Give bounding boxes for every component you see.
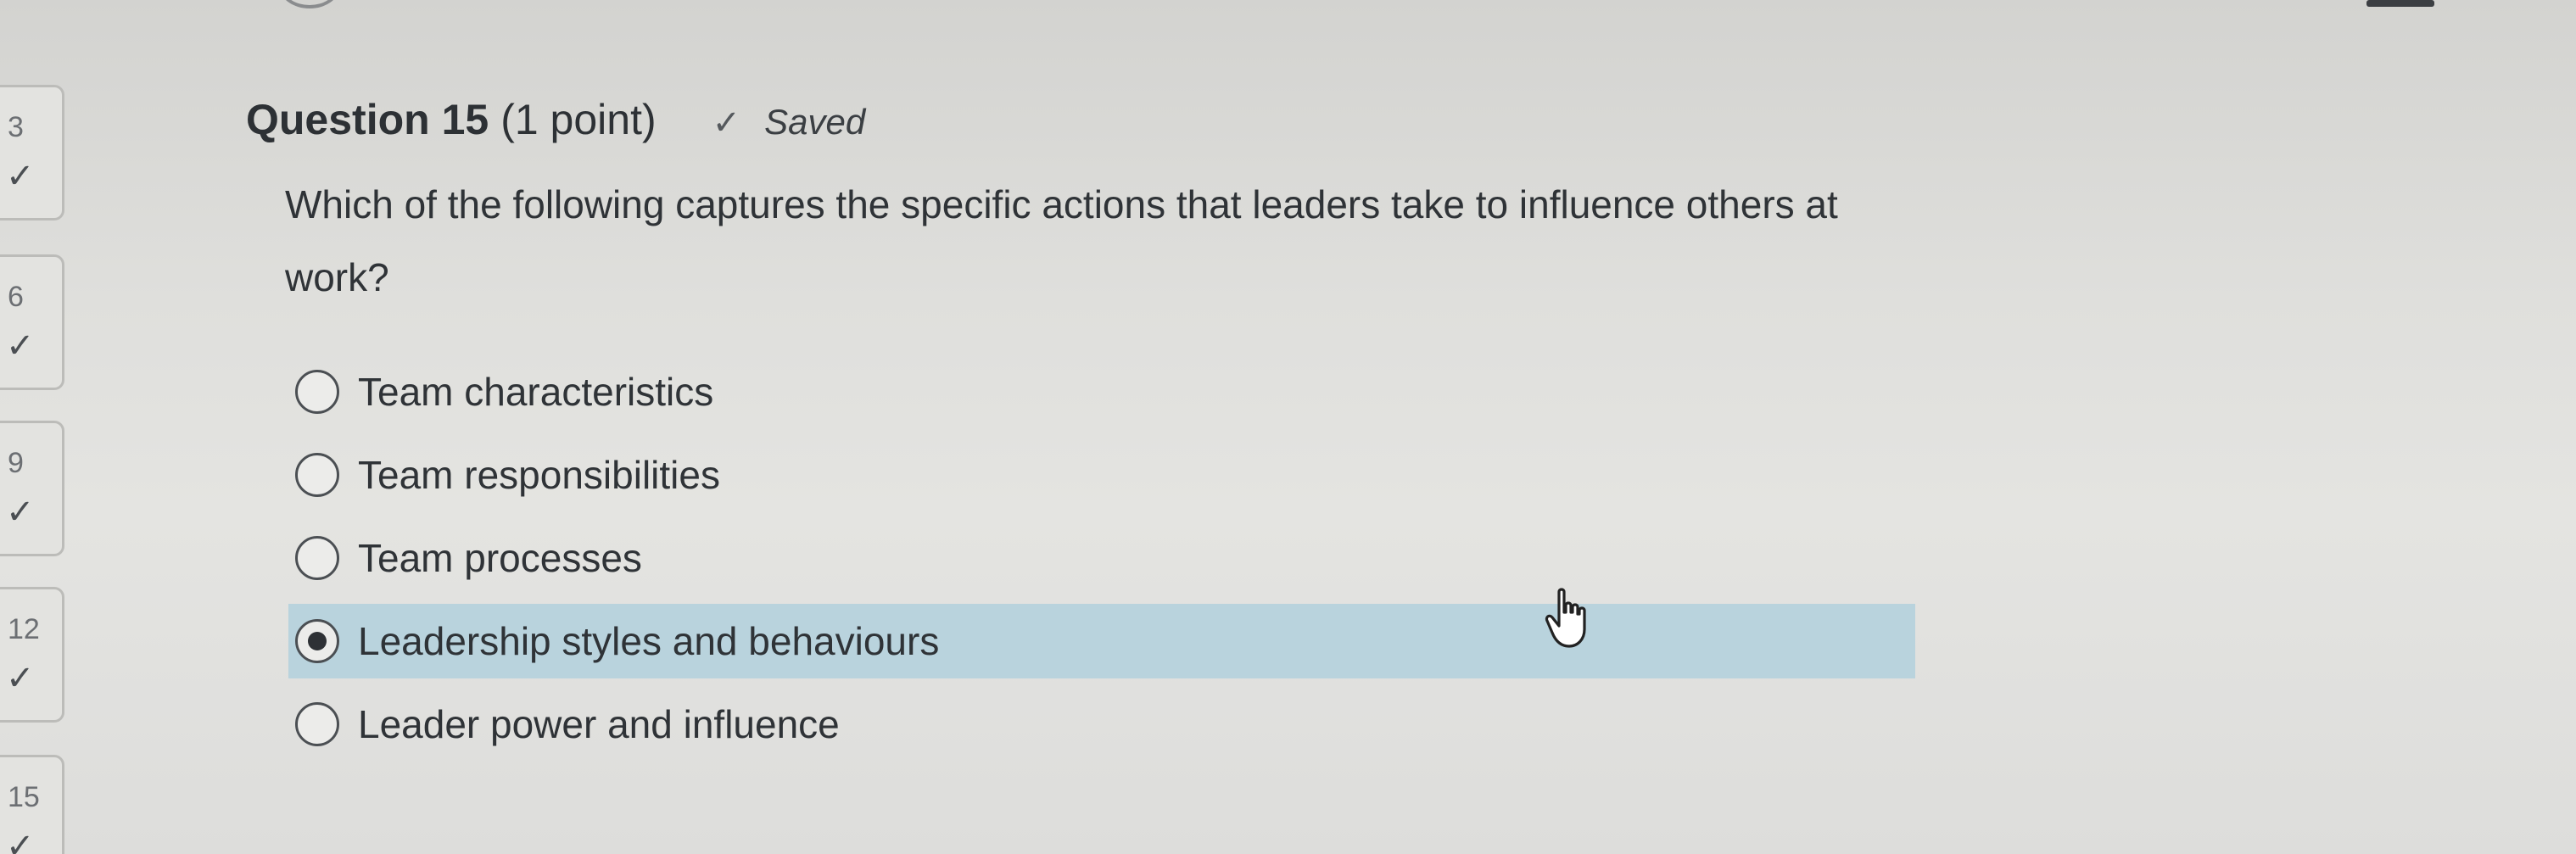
answer-options: Team characteristics Team responsibiliti… xyxy=(288,354,1915,770)
answer-option-label[interactable]: Team responsibilities xyxy=(358,452,720,498)
answer-option[interactable]: Team characteristics xyxy=(288,354,1915,429)
nav-question-9[interactable]: 9 ✓ xyxy=(0,421,64,556)
nav-question-3[interactable]: 3 ✓ xyxy=(0,85,64,220)
radio-button[interactable] xyxy=(295,453,339,497)
check-icon: ✓ xyxy=(6,327,35,365)
hand-pointer-icon xyxy=(1545,588,1586,648)
answer-option-label[interactable]: Team characteristics xyxy=(358,369,713,415)
saved-status: Saved xyxy=(764,102,866,142)
check-icon: ✓ xyxy=(6,660,35,697)
nav-question-number: 12 xyxy=(8,613,40,645)
check-icon: ✓ xyxy=(6,494,35,531)
nav-question-number: 9 xyxy=(8,447,24,479)
question-points: (1 point) xyxy=(500,96,657,143)
question-text: Which of the following captures the spec… xyxy=(285,182,1838,299)
answer-option[interactable]: Team processes xyxy=(288,521,1915,595)
check-icon: ✓ xyxy=(712,104,741,142)
radio-selected-dot xyxy=(308,632,327,650)
radio-button[interactable] xyxy=(295,536,339,580)
question-title: Question 15 xyxy=(246,96,489,143)
answer-option[interactable]: Leader power and influence xyxy=(288,687,1915,762)
nav-question-number: 15 xyxy=(8,781,40,813)
nav-question-6[interactable]: 6 ✓ xyxy=(0,254,64,390)
answer-option-label[interactable]: Team processes xyxy=(358,535,642,581)
nav-question-number: 6 xyxy=(8,281,24,313)
quiz-screen: 3 ✓ 6 ✓ 9 ✓ 12 ✓ 15 ✓ Question 15 (1 poi… xyxy=(0,0,2576,854)
check-icon: ✓ xyxy=(6,828,35,854)
answer-option-label[interactable]: Leadership styles and behaviours xyxy=(358,618,939,664)
answer-option[interactable]: Team responsibilities xyxy=(288,438,1915,512)
answer-option-label[interactable]: Leader power and influence xyxy=(358,701,840,747)
partial-control xyxy=(280,0,339,8)
radio-button[interactable] xyxy=(295,619,339,663)
question-navigator: 3 ✓ 6 ✓ 9 ✓ 12 ✓ 15 ✓ xyxy=(0,0,76,854)
check-icon: ✓ xyxy=(6,158,35,195)
radio-button[interactable] xyxy=(295,702,339,746)
nav-question-12[interactable]: 12 ✓ xyxy=(0,587,64,723)
radio-button[interactable] xyxy=(295,370,339,414)
answer-option[interactable]: Leadership styles and behaviours xyxy=(288,604,1915,678)
nav-question-number: 3 xyxy=(8,111,24,143)
top-edge-bar xyxy=(2366,0,2434,7)
nav-question-15[interactable]: 15 ✓ xyxy=(0,755,64,854)
question-header: Question 15 (1 point) ✓ Saved xyxy=(246,95,865,144)
